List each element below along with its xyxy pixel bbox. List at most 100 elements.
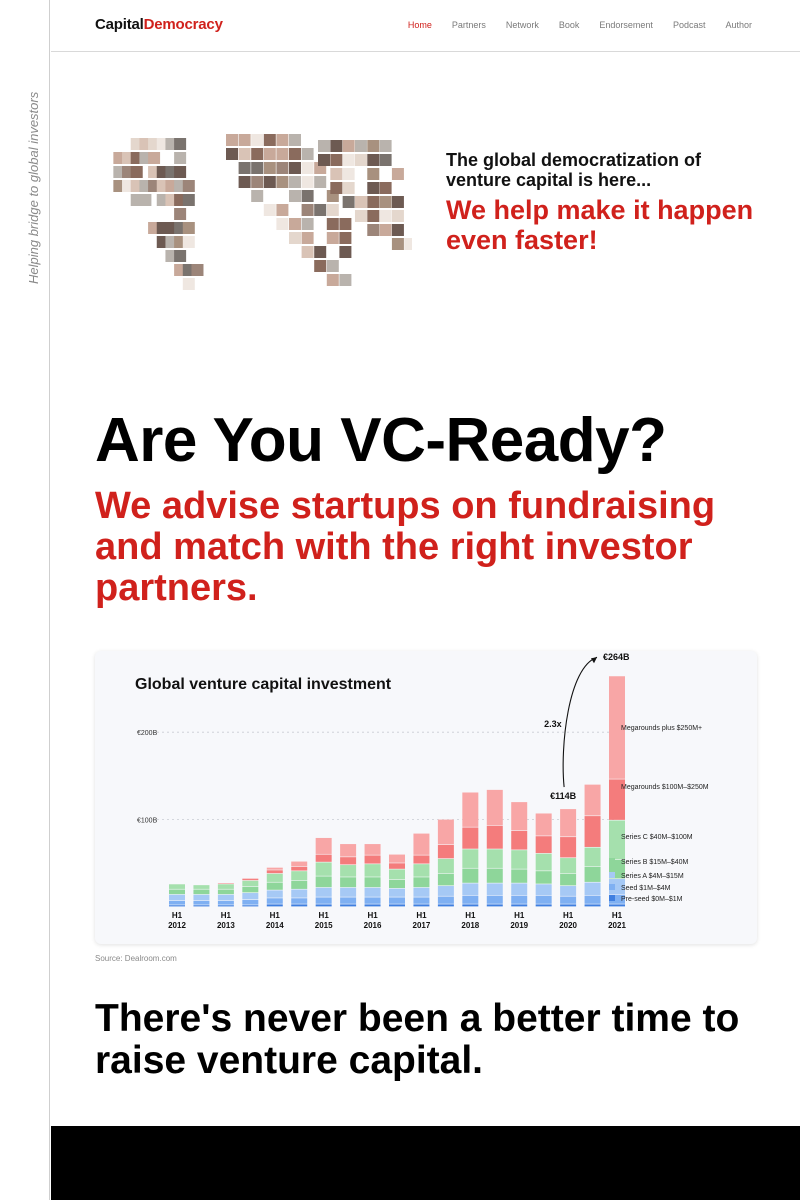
x-tick-label: H1 2016 [364, 911, 382, 930]
growth-arrow [562, 656, 598, 788]
map-tile [289, 190, 301, 202]
page-title: Are You VC-Ready? [95, 406, 667, 475]
map-tile [289, 148, 301, 160]
map-tile [174, 208, 187, 220]
map-tile [289, 162, 301, 174]
bar-segment [535, 884, 552, 896]
legend-swatch [609, 783, 615, 789]
chart-title: Global venture capital investment [135, 676, 392, 693]
bar-segment [364, 844, 381, 855]
map-tile [238, 134, 251, 146]
map-tile [130, 166, 143, 178]
x-tick-label: H1 2019 [510, 911, 528, 930]
bar-segment [315, 876, 332, 888]
bar-segment [315, 837, 332, 854]
bar-segment [413, 833, 430, 855]
bar-segment [364, 864, 381, 877]
bar-segment [389, 888, 405, 897]
bar-segment [340, 904, 357, 907]
bar-segment [584, 866, 601, 882]
bar-segment [266, 873, 283, 882]
bar-segment [462, 895, 479, 904]
bar-segment [462, 827, 479, 849]
map-tile [263, 162, 276, 174]
annotation-growth: 2.3x [544, 719, 562, 729]
legend-swatch [609, 884, 615, 890]
chart-card: Global venture capital investment €100B €2… [95, 651, 757, 944]
bar-segment [266, 898, 283, 904]
world-map-portraits-image [113, 134, 412, 290]
bar-segment [217, 889, 234, 895]
legend-swatch [609, 833, 615, 839]
bar-segment [242, 886, 259, 893]
bar-segment [340, 897, 357, 904]
map-tile [191, 264, 204, 276]
nav-author[interactable]: Author [725, 20, 752, 30]
bar-segment [193, 900, 210, 905]
map-tile [226, 134, 238, 146]
map-tile [174, 152, 187, 164]
map-tile [379, 154, 392, 166]
bar-segment [291, 861, 308, 867]
bar-segment [389, 897, 405, 904]
bar-segment [535, 904, 552, 907]
nav-book[interactable]: Book [559, 20, 580, 30]
map-tile [182, 194, 195, 206]
nav-network[interactable]: Network [506, 20, 539, 30]
legend-swatch [609, 858, 615, 864]
map-tile [342, 154, 355, 166]
legend-swatch [609, 872, 615, 878]
bar-segment [486, 883, 503, 896]
nav-endorsement[interactable]: Endorsement [599, 20, 653, 30]
map-tile [289, 134, 301, 146]
bar-segment [486, 904, 503, 907]
map-tile [391, 210, 404, 222]
map-tile [342, 196, 355, 208]
chart-source: Source: Dealroom.com [95, 954, 177, 963]
map-tile [251, 190, 264, 202]
bar-segment [413, 855, 430, 864]
bar-segment [315, 897, 332, 904]
bar-segment [364, 887, 381, 897]
bar-segment [584, 882, 601, 896]
nav-podcast[interactable]: Podcast [673, 20, 706, 30]
bar-segment [535, 895, 552, 904]
x-tick-label: H1 2012 [168, 911, 186, 930]
map-tile [342, 182, 355, 194]
bar-segment [535, 853, 552, 871]
bar-segment [266, 890, 283, 898]
bar-segment [389, 904, 405, 907]
map-tile [367, 168, 380, 180]
legend-label: Series C $40M–$100M [621, 834, 693, 841]
bar-segment [193, 889, 210, 895]
legend-swatch [609, 724, 615, 730]
map-tile [314, 204, 327, 216]
bar-segment [486, 868, 503, 883]
site-logo[interactable]: CapitalDemocracy [95, 16, 223, 33]
bar-segment [511, 904, 528, 907]
bar-segment [340, 865, 357, 877]
map-tile [276, 218, 289, 230]
bar-segment [193, 894, 210, 901]
map-tile [391, 238, 404, 250]
annotation-2021-total: €264B [603, 652, 630, 662]
bar-segment [584, 895, 601, 904]
bar-segment [389, 869, 405, 880]
map-tile [367, 154, 380, 166]
map-tile [251, 176, 264, 188]
bar-segment [242, 878, 259, 879]
map-tile [182, 236, 195, 248]
map-tile [326, 260, 339, 272]
nav-partners[interactable]: Partners [452, 20, 486, 30]
bar-segment [340, 844, 357, 857]
bar-segment [584, 816, 601, 847]
map-tile [339, 246, 352, 258]
y-tick-label: €100B [137, 818, 158, 825]
bar-segment [389, 863, 405, 869]
map-tile [379, 210, 392, 222]
bar-segment [462, 883, 479, 896]
bar-segment [560, 837, 577, 858]
nav-home[interactable]: Home [408, 20, 432, 30]
bar-segment [291, 871, 308, 881]
legend-label: Series A $4M–$15M [621, 873, 684, 880]
